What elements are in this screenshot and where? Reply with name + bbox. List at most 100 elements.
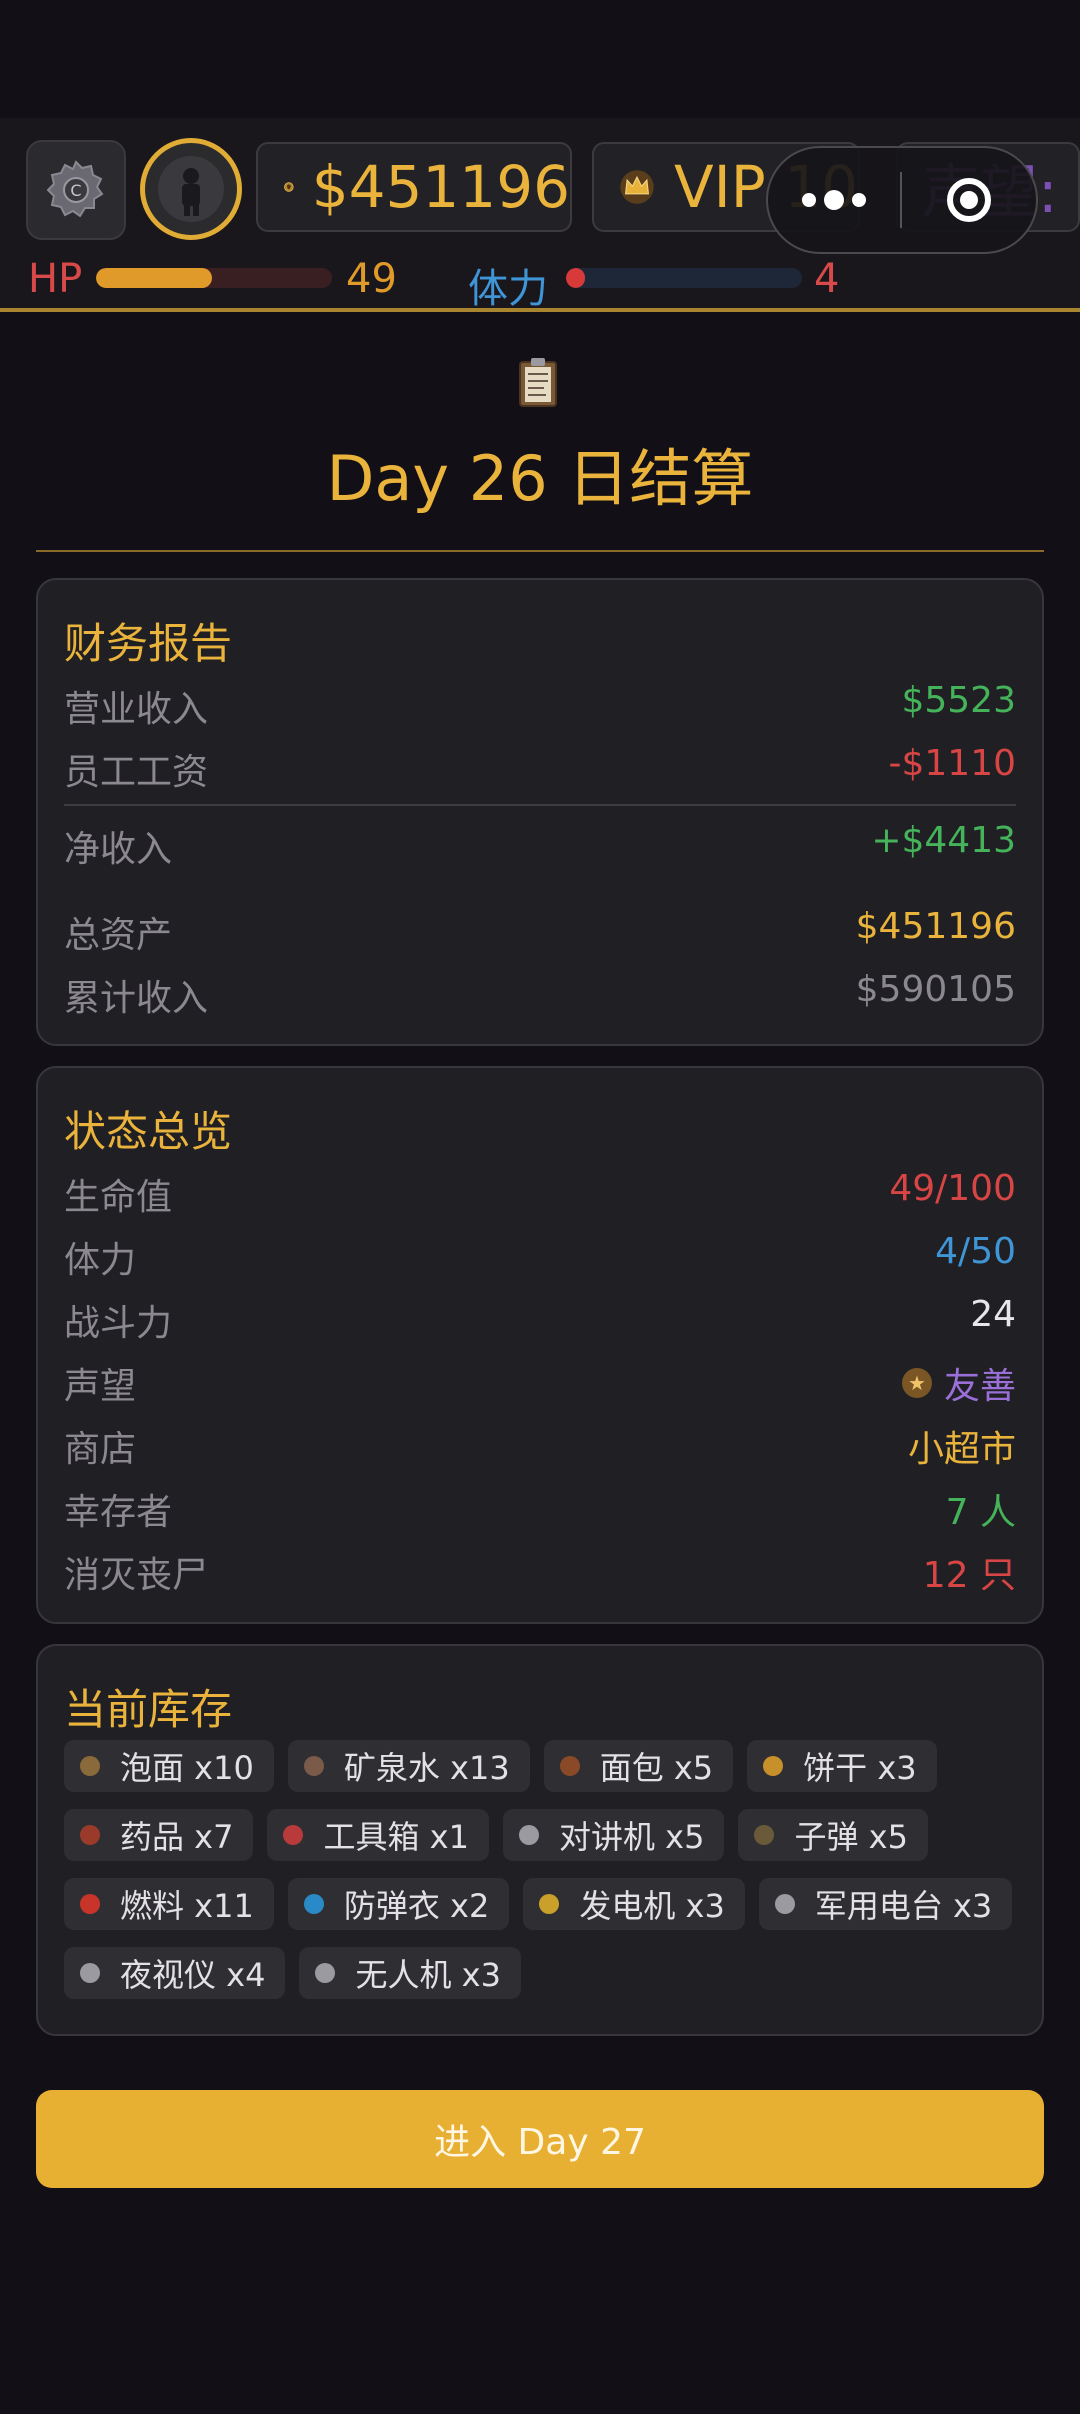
revenue-row: 营业收入 $5523 (64, 680, 1016, 730)
soldier-avatar-icon (158, 156, 224, 222)
row-value: 24 (970, 1294, 1016, 1335)
more-button[interactable] (768, 148, 900, 252)
stamina-value: 4 (814, 256, 840, 302)
row-label: 生命值 (64, 1177, 173, 1218)
biscuit-icon (763, 1756, 784, 1776)
inventory-card: 当前库存 泡面 x10 矿泉水 x13 面包 x5 饼干 x3 药品 x7 工具… (36, 1644, 1044, 2036)
generator-icon (539, 1894, 560, 1914)
inventory-item[interactable]: 夜视仪 x4 (64, 1947, 286, 1999)
item-label: 药品 x7 (120, 1818, 234, 1856)
settings-button[interactable]: C (26, 140, 126, 240)
clipboard-icon (519, 358, 557, 407)
more-dot-icon (824, 190, 844, 210)
status-overview-card: 状态总览 生命值 49/100 体力 4/50 战斗力 24 声望 ★ 友善 商… (36, 1066, 1044, 1624)
close-miniprogram-button[interactable] (902, 178, 1036, 222)
money-display: $451196 (256, 142, 572, 232)
item-label: 夜视仪 x4 (120, 1956, 266, 1994)
item-label: 防弹衣 x2 (343, 1887, 490, 1925)
medicine-icon (80, 1825, 100, 1845)
svg-text:C: C (70, 181, 81, 200)
vest-icon (303, 1894, 324, 1914)
row-value: 友善 (943, 1366, 1016, 1407)
row-label: 总资产 (64, 915, 173, 956)
item-label: 矿泉水 x13 (343, 1749, 510, 1787)
finance-divider (64, 804, 1016, 806)
row-value: $590105 (855, 969, 1016, 1010)
row-value: 12 只 (922, 1555, 1016, 1596)
inventory-item[interactable]: 军用电台 x3 (758, 1878, 1013, 1930)
zombies-killed-row: 消灭丧尸 12 只 (64, 1546, 1016, 1596)
inventory-item[interactable]: 发电机 x3 (523, 1878, 745, 1930)
row-label: 累计收入 (64, 978, 209, 1019)
row-value: -$1110 (888, 743, 1016, 784)
row-value: 7 人 (945, 1492, 1016, 1533)
star-icon: ★ (901, 1368, 932, 1398)
item-label: 工具箱 x1 (323, 1818, 469, 1856)
salary-row: 员工工资 -$1110 (64, 743, 1016, 793)
page-title: Day 26 日结算 (326, 442, 754, 515)
row-label: 商店 (64, 1429, 137, 1470)
vitals-row: HP 49 体力 4 (0, 256, 1080, 312)
inventory-item[interactable]: 子弹 x5 (738, 1809, 928, 1861)
gear-icon: C (46, 160, 104, 218)
row-value: $5523 (901, 680, 1016, 721)
miniprogram-capsule (766, 146, 1038, 254)
row-label: 净收入 (64, 829, 173, 870)
item-label: 面包 x5 (599, 1749, 714, 1787)
fuel-icon (80, 1894, 100, 1914)
water-icon (303, 1756, 324, 1776)
survivors-row: 幸存者 7 人 (64, 1483, 1016, 1533)
reputation-row: 声望 ★ 友善 (64, 1357, 1016, 1407)
inventory-row: 药品 x7 工具箱 x1 对讲机 x5 子弹 x5 (64, 1809, 1020, 1861)
inventory-item[interactable]: 对讲机 x5 (502, 1809, 725, 1861)
stamina-row: 体力 4/50 (64, 1231, 1016, 1281)
inventory-item[interactable]: 无人机 x3 (299, 1947, 521, 1999)
player-avatar[interactable] (140, 138, 242, 240)
inventory-item[interactable]: 药品 x7 (64, 1809, 254, 1861)
noodle-icon (80, 1756, 100, 1776)
radio-icon (774, 1894, 795, 1914)
inventory-item[interactable]: 饼干 x3 (747, 1740, 937, 1792)
row-value: +$4413 (871, 820, 1016, 861)
stamina-bar (566, 268, 802, 288)
hp-bar (96, 268, 332, 288)
money-value: $451196 (311, 153, 570, 221)
inventory-title: 当前库存 (64, 1685, 233, 1734)
stamina-label: 体力 (468, 266, 548, 312)
bread-icon (559, 1756, 580, 1776)
hp-value: 49 (346, 256, 397, 302)
inventory-item[interactable]: 泡面 x10 (64, 1740, 274, 1792)
row-label: 体力 (64, 1240, 137, 1281)
inventory-row: 夜视仪 x4 无人机 x3 (64, 1947, 1020, 1999)
hp-bar-fill (96, 268, 212, 288)
night-vision-icon (80, 1963, 100, 1983)
row-value: $451196 (855, 906, 1016, 947)
inventory-item[interactable]: 防弹衣 x2 (287, 1878, 510, 1930)
inventory-row: 燃料 x11 防弹衣 x2 发电机 x3 军用电台 x3 (64, 1878, 1020, 1930)
shop-row: 商店 小超市 (64, 1420, 1016, 1470)
row-label: 员工工资 (64, 752, 209, 793)
item-label: 无人机 x3 (355, 1956, 501, 1994)
inventory-item[interactable]: 燃料 x11 (64, 1878, 274, 1930)
combat-power-row: 战斗力 24 (64, 1294, 1016, 1344)
inventory-row: 泡面 x10 矿泉水 x13 面包 x5 饼干 x3 (64, 1740, 1020, 1792)
net-income-row: 净收入 +$4413 (64, 820, 1016, 870)
inventory-item[interactable]: 工具箱 x1 (267, 1809, 489, 1861)
more-dot-icon (802, 193, 816, 207)
item-label: 饼干 x3 (803, 1749, 917, 1787)
enter-next-day-button[interactable]: 进入 Day 27 (36, 2090, 1044, 2188)
item-label: 对讲机 x5 (558, 1818, 705, 1856)
inventory-tags: 泡面 x10 矿泉水 x13 面包 x5 饼干 x3 药品 x7 工具箱 x1 … (64, 1740, 1020, 2016)
inventory-item[interactable]: 矿泉水 x13 (287, 1740, 530, 1792)
reputation-value: ★ 友善 (901, 1357, 1016, 1409)
item-label: 燃料 x11 (120, 1887, 254, 1925)
skull-coin-icon (284, 182, 294, 192)
item-label: 发电机 x3 (579, 1887, 725, 1925)
row-label: 声望 (64, 1366, 137, 1407)
row-value: 小超市 (907, 1429, 1016, 1470)
bullet-icon (754, 1825, 775, 1845)
close-target-icon (947, 178, 991, 222)
toolbox-icon (283, 1825, 304, 1845)
cumulative-income-row: 累计收入 $590105 (64, 969, 1016, 1019)
inventory-item[interactable]: 面包 x5 (543, 1740, 734, 1792)
